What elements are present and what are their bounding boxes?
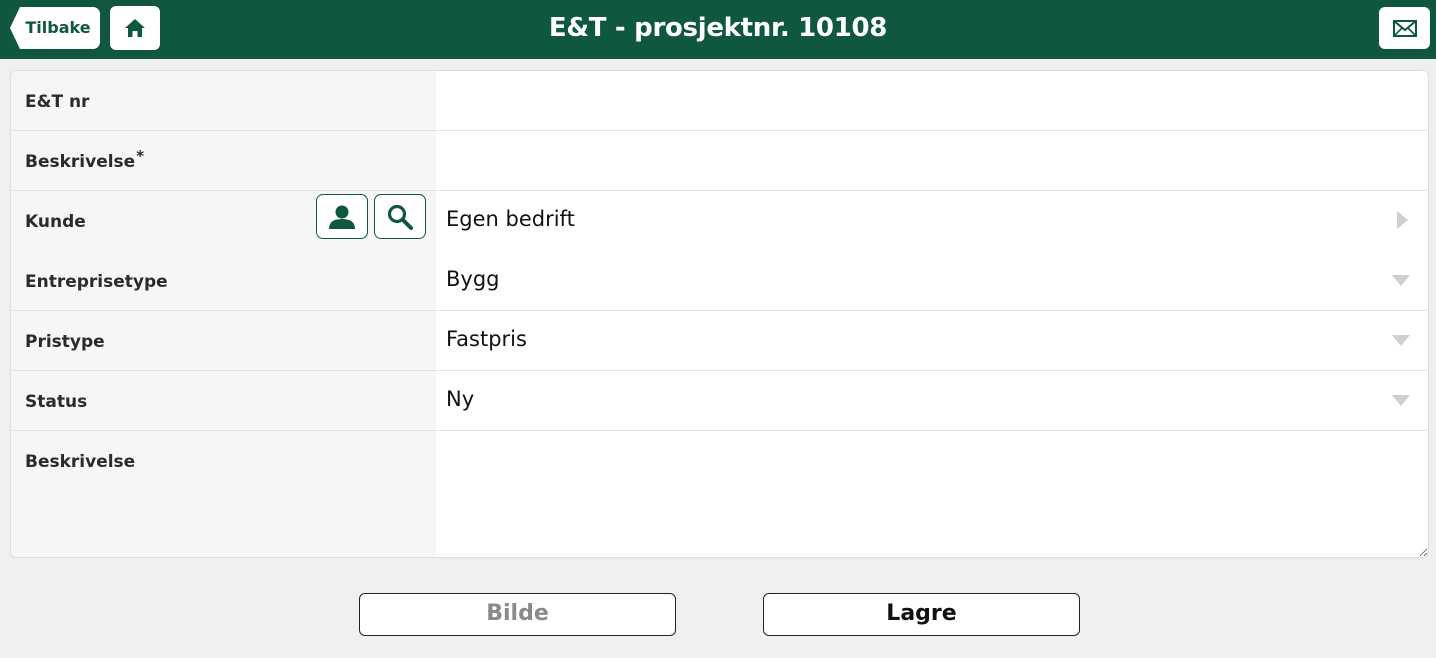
beskrivelse-textarea[interactable]	[436, 431, 1428, 557]
entreprisetype-value: Bygg	[446, 267, 500, 291]
row-entreprisetype: Entreprisetype Bygg	[11, 251, 1428, 311]
mail-button[interactable]	[1379, 7, 1430, 49]
person-icon	[329, 205, 355, 229]
et-nr-input[interactable]	[436, 71, 1428, 130]
envelope-icon	[1392, 19, 1417, 37]
pristype-label: Pristype	[25, 332, 105, 352]
pristype-select[interactable]: Fastpris	[436, 311, 1428, 370]
top-bar: E&T - prosjektnr. 10108 Tilbake	[0, 0, 1436, 59]
row-beskrivelse-long: Beskrivelse	[11, 431, 1428, 557]
customer-button[interactable]	[316, 194, 368, 239]
row-status: Status Ny	[11, 371, 1428, 431]
kunde-value: Egen bedrift	[446, 207, 575, 231]
chevron-down-icon	[1392, 275, 1410, 286]
row-et-nr: E&T nr	[11, 71, 1428, 131]
status-value: Ny	[446, 387, 475, 411]
required-mark: *	[136, 147, 145, 165]
kunde-select[interactable]: Egen bedrift	[436, 191, 1428, 251]
entreprisetype-select[interactable]: Bygg	[436, 251, 1428, 310]
pristype-value: Fastpris	[446, 327, 527, 351]
row-pristype: Pristype Fastpris	[11, 311, 1428, 371]
home-icon	[125, 19, 145, 37]
entreprisetype-label: Entreprisetype	[25, 272, 168, 292]
page-title: E&T - prosjektnr. 10108	[548, 13, 888, 43]
status-label: Status	[25, 392, 88, 412]
bilde-button[interactable]: Bilde	[359, 593, 676, 636]
beskrivelse-input[interactable]	[436, 131, 1428, 190]
chevron-right-icon	[1397, 211, 1408, 229]
home-button[interactable]	[110, 6, 160, 50]
project-form: E&T nr Beskrivelse* Kunde Egen bedrift E…	[10, 70, 1429, 558]
search-icon	[387, 204, 413, 230]
status-select[interactable]: Ny	[436, 371, 1428, 430]
lagre-button[interactable]: Lagre	[763, 593, 1080, 636]
kunde-label: Kunde	[25, 212, 86, 232]
back-button[interactable]: Tilbake	[10, 7, 100, 49]
beskrivelse-label: Beskrivelse	[25, 152, 136, 172]
chevron-down-icon	[1392, 395, 1410, 406]
row-kunde: Kunde Egen bedrift	[11, 191, 1428, 251]
row-beskrivelse-short: Beskrivelse*	[11, 131, 1428, 191]
chevron-down-icon	[1392, 335, 1410, 346]
et-nr-label: E&T nr	[25, 92, 90, 112]
beskrivelse-long-label: Beskrivelse	[25, 452, 136, 472]
customer-search-button[interactable]	[374, 194, 426, 239]
